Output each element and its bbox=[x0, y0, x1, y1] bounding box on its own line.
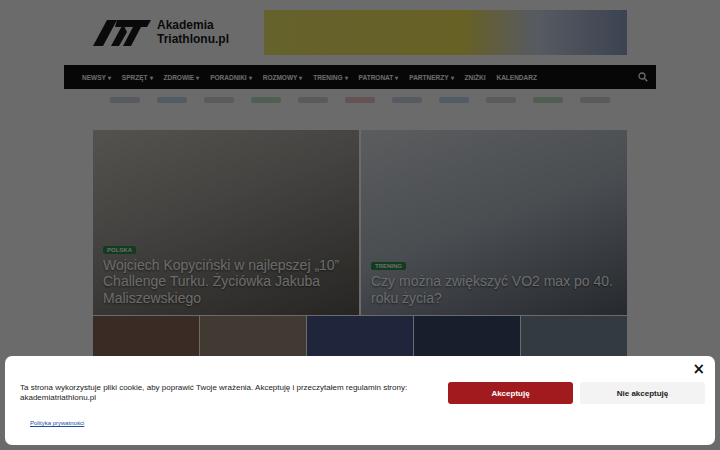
cookie-dialog: × Ta strona wykorzystuje pliki cookie, a… bbox=[5, 356, 715, 445]
privacy-policy-link[interactable]: Polityka prywatności bbox=[30, 420, 705, 426]
cookie-message: Ta strona wykorzystuje pliki cookie, aby… bbox=[20, 383, 410, 403]
accept-button[interactable]: Akceptuję bbox=[448, 382, 573, 404]
decline-button[interactable]: Nie akceptuję bbox=[580, 382, 705, 404]
close-button[interactable]: × bbox=[690, 360, 707, 378]
